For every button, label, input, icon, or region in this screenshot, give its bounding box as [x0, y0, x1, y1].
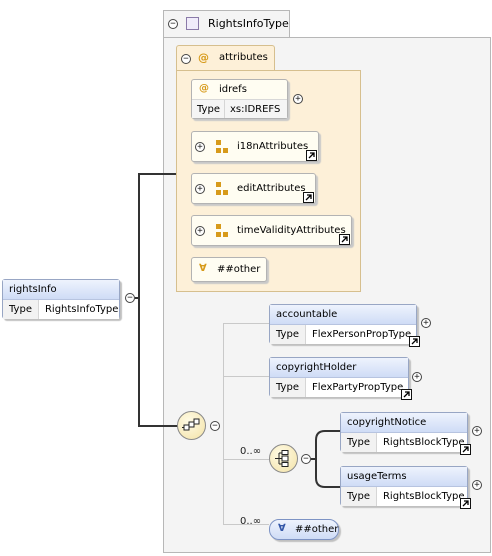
element-copyright-notice[interactable]: copyrightNotice Type RightsBlockType — [340, 412, 471, 455]
attribute-group-time-validity[interactable]: + timeValidityAttributes — [191, 215, 352, 246]
expand-toggle[interactable]: + — [472, 480, 482, 490]
element-usage-terms[interactable]: usageTerms Type RightsBlockType — [340, 466, 471, 509]
reference-arrow-icon — [401, 389, 412, 400]
element-name: copyrightHolder — [270, 358, 408, 378]
element-name: accountable — [270, 305, 416, 325]
reference-arrow-icon — [460, 498, 471, 509]
attribute-icon: @ — [199, 83, 209, 94]
collapse-toggle[interactable]: − — [125, 293, 135, 303]
type-value: FlexPartyPropType — [311, 382, 404, 393]
expand-toggle[interactable]: + — [195, 142, 205, 152]
element-name: usageTerms — [341, 467, 467, 487]
reference-arrow-icon — [409, 336, 420, 347]
attribute-name: idrefs — [219, 84, 247, 95]
attribute-group-name: editAttributes — [237, 183, 306, 194]
element-name: rightsInfo — [3, 280, 119, 300]
connector-line — [138, 173, 176, 175]
attribute-group-icon — [216, 182, 228, 196]
expand-toggle[interactable]: + — [421, 318, 431, 328]
expand-toggle[interactable]: + — [293, 94, 303, 104]
element-type-row: Type FlexPartyPropType — [270, 378, 408, 397]
reference-arrow-icon — [303, 192, 314, 203]
type-value: FlexPersonPropType — [311, 329, 412, 340]
attribute-idrefs[interactable]: @ idrefs Type xs:IDREFS — [191, 79, 288, 119]
root-element-rightsinfo[interactable]: rightsInfo Type RightsInfoType — [2, 279, 120, 319]
any-element-label: ##other — [295, 524, 339, 535]
complex-type-tab: − RightsInfoType — [163, 10, 290, 38]
type-key: Type — [270, 325, 306, 344]
connector-line — [223, 376, 269, 377]
connector-line — [138, 425, 178, 427]
any-icon: ∀ — [278, 523, 286, 534]
reference-arrow-icon — [306, 150, 317, 161]
element-type-row: Type RightsInfoType — [3, 300, 119, 319]
attributes-tab: − @ attributes — [176, 45, 275, 71]
reference-arrow-icon — [339, 234, 350, 245]
complex-type-name: RightsInfoType — [208, 17, 289, 30]
sequence-compositor-icon[interactable] — [177, 411, 206, 440]
type-key: Type — [270, 378, 306, 397]
choice-compositor-icon[interactable] — [269, 444, 298, 473]
element-type-row: Type RightsBlockType — [341, 433, 467, 452]
attribute-group-icon — [216, 140, 228, 154]
element-name: copyrightNotice — [341, 413, 467, 433]
attribute-group-icon — [216, 224, 228, 238]
type-key: Type — [341, 487, 377, 506]
element-type-row: Type RightsBlockType — [341, 487, 467, 506]
type-value: RightsBlockType — [382, 437, 465, 448]
expand-toggle[interactable]: + — [412, 372, 422, 382]
collapse-toggle[interactable]: − — [301, 454, 311, 464]
expand-toggle[interactable]: + — [195, 184, 205, 194]
connector-line — [223, 459, 269, 460]
connector-line — [138, 173, 140, 426]
reference-arrow-icon — [460, 444, 471, 455]
any-icon: ∀ — [199, 263, 207, 274]
expand-toggle[interactable]: + — [472, 426, 482, 436]
type-key: Type — [3, 300, 39, 319]
any-attribute-label: ##other — [217, 264, 261, 275]
type-key: Type — [341, 433, 377, 452]
connector-line — [223, 323, 269, 324]
element-accountable[interactable]: accountable Type FlexPersonPropType — [269, 304, 420, 347]
element-type-row: Type FlexPersonPropType — [270, 325, 416, 344]
attribute-group-edit[interactable]: + editAttributes — [191, 173, 316, 204]
complex-type-icon — [186, 17, 199, 30]
type-key: Type — [197, 104, 220, 115]
type-value: xs:IDREFS — [230, 104, 281, 115]
attribute-icon: @ — [198, 51, 209, 64]
type-divider — [224, 100, 225, 118]
collapse-toggle[interactable]: − — [168, 19, 178, 29]
collapse-toggle[interactable]: − — [181, 54, 191, 64]
attribute-group-name: i18nAttributes — [237, 141, 309, 152]
type-value: RightsBlockType — [382, 491, 465, 502]
attributes-label: attributes — [219, 52, 268, 63]
any-attribute[interactable]: ∀ ##other — [191, 257, 267, 282]
connector-line — [223, 323, 224, 524]
attribute-type-row: Type xs:IDREFS — [192, 99, 287, 118]
choice-multiplicity: 0..∞ — [240, 446, 262, 457]
collapse-toggle[interactable]: − — [210, 421, 220, 431]
type-value: RightsInfoType — [44, 304, 119, 315]
any-element-multiplicity: 0..∞ — [240, 516, 262, 527]
element-copyright-holder[interactable]: copyrightHolder Type FlexPartyPropType — [269, 357, 412, 400]
attribute-group-name: timeValidityAttributes — [237, 225, 346, 236]
attribute-group-i18n[interactable]: + i18nAttributes — [191, 131, 319, 162]
any-element[interactable]: ∀ ##other — [269, 519, 339, 540]
expand-toggle[interactable]: + — [195, 226, 205, 236]
